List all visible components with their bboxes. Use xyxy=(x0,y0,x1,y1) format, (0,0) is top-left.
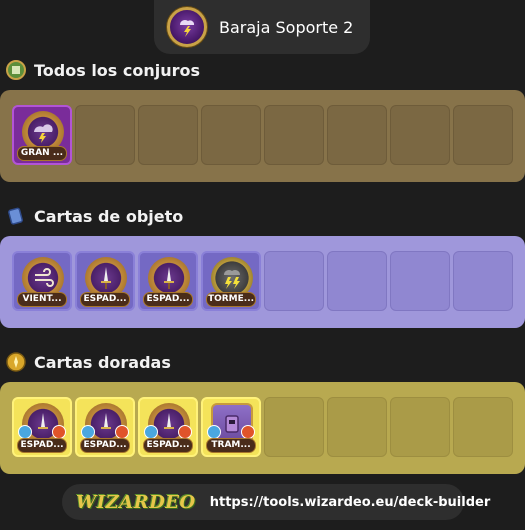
deck-card[interactable]: ESPAD... xyxy=(12,397,72,457)
deck-card[interactable]: ESPAD... xyxy=(75,251,135,311)
deck-title: Baraja Soporte 2 xyxy=(219,17,354,37)
empty-card-slot[interactable] xyxy=(138,105,198,165)
section-header-spells: Todos los conjuros xyxy=(6,60,200,80)
spells-deck-panel: GRAN ... xyxy=(0,90,525,182)
gold-card-icon xyxy=(6,352,26,372)
alert-badge-icon xyxy=(241,425,255,439)
deck-card[interactable]: ESPAD... xyxy=(138,251,198,311)
ice-badge-icon xyxy=(144,425,158,439)
empty-card-slot[interactable] xyxy=(390,251,450,311)
empty-card-slot[interactable] xyxy=(264,105,324,165)
deck-card[interactable]: ESPAD... xyxy=(75,397,135,457)
deck-card[interactable]: ESPAD... xyxy=(138,397,198,457)
empty-card-slot[interactable] xyxy=(201,105,261,165)
footer-url-link[interactable]: https://tools.wizardeo.eu/deck-builder xyxy=(210,495,491,510)
empty-card-slot[interactable] xyxy=(327,397,387,457)
card-name: TRAM... xyxy=(206,438,256,453)
ice-badge-icon xyxy=(207,425,221,439)
footer-bar: WIZARDEO https://tools.wizardeo.eu/deck-… xyxy=(62,484,490,520)
empty-card-slot[interactable] xyxy=(390,105,450,165)
gold-deck-panel: ESPAD... ESPAD... ESPAD... TRAM... xyxy=(0,382,525,474)
card-name: ESPAD... xyxy=(80,438,130,453)
card-name: VIENT... xyxy=(17,292,67,307)
section-label-items: Cartas de objeto xyxy=(34,206,184,226)
card-name: ESPAD... xyxy=(143,292,193,307)
section-header-gold: Cartas doradas xyxy=(6,352,171,372)
spellbook-icon xyxy=(6,60,26,80)
card-name: ESPAD... xyxy=(80,292,130,307)
empty-card-slot[interactable] xyxy=(390,397,450,457)
ice-badge-icon xyxy=(81,425,95,439)
card-name: TORME... xyxy=(206,292,256,307)
items-deck-panel: VIENT... ESPAD... ESPAD... TORME... xyxy=(0,236,525,328)
empty-card-slot[interactable] xyxy=(264,251,324,311)
empty-card-slot[interactable] xyxy=(75,105,135,165)
alert-badge-icon xyxy=(115,425,129,439)
empty-card-slot[interactable] xyxy=(453,251,513,311)
alert-badge-icon xyxy=(178,425,192,439)
section-header-items: Cartas de objeto xyxy=(6,206,183,226)
deck-card[interactable]: TORME... xyxy=(201,251,261,311)
wizardeo-logo[interactable]: WIZARDEO xyxy=(76,492,196,513)
card-name: GRAN ... xyxy=(17,146,67,161)
card-name: ESPAD... xyxy=(17,438,67,453)
deck-card[interactable]: TRAM... xyxy=(201,397,261,457)
empty-card-slot[interactable] xyxy=(264,397,324,457)
deck-card[interactable]: GRAN ... xyxy=(12,105,72,165)
ice-badge-icon xyxy=(18,425,32,439)
section-label-spells: Todos los conjuros xyxy=(34,60,201,80)
empty-card-slot[interactable] xyxy=(453,105,513,165)
item-card-icon xyxy=(6,206,26,226)
deck-title-bar: Baraja Soporte 2 xyxy=(154,0,370,54)
empty-card-slot[interactable] xyxy=(453,397,513,457)
storm-school-icon xyxy=(167,7,207,47)
empty-card-slot[interactable] xyxy=(327,105,387,165)
section-label-gold: Cartas doradas xyxy=(34,352,171,372)
card-name: ESPAD... xyxy=(143,438,193,453)
empty-card-slot[interactable] xyxy=(327,251,387,311)
deck-card[interactable]: VIENT... xyxy=(12,251,72,311)
alert-badge-icon xyxy=(52,425,66,439)
